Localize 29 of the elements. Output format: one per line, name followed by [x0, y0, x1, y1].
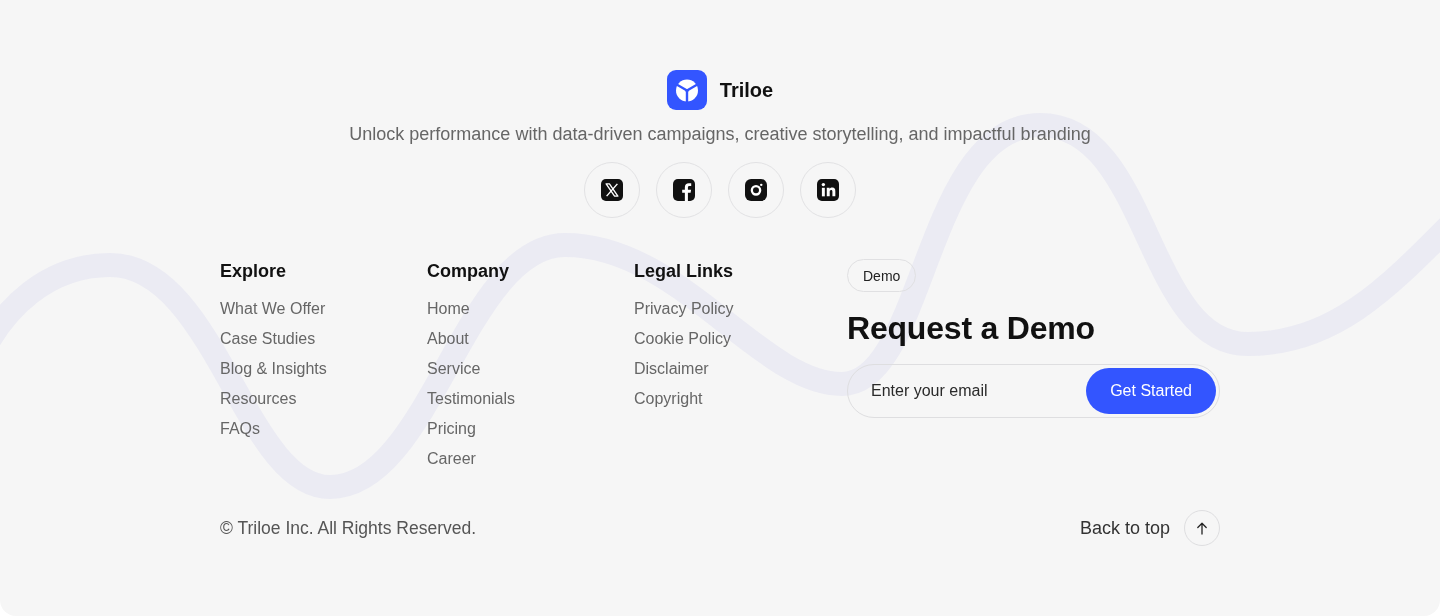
footer-link[interactable]: Disclaimer	[634, 358, 709, 380]
facebook-logo-icon	[673, 179, 695, 201]
footer-link[interactable]: Blog & Insights	[220, 358, 327, 380]
footer-link[interactable]: Service	[427, 358, 481, 380]
footer-link[interactable]: Privacy Policy	[634, 298, 734, 320]
copyright-text: © Triloe Inc. All Rights Reserved.	[220, 517, 477, 539]
footer-link[interactable]: What We Offer	[220, 298, 326, 320]
footer-link[interactable]: Cookie Policy	[634, 328, 731, 350]
column-heading: Explore	[220, 260, 288, 282]
back-to-top-link[interactable]: Back to top	[1079, 510, 1220, 546]
footer-link[interactable]: Resources	[220, 388, 297, 410]
brand-name: Triloe	[719, 78, 774, 102]
demo-heading: Request a Demo	[847, 309, 1095, 348]
footer-link[interactable]: Home	[427, 298, 470, 320]
column-heading: Legal Links	[634, 260, 735, 282]
tagline: Unlock performance with data-driven campaigns, creative storytelling, and impactful branding	[349, 123, 1091, 146]
footer-link[interactable]: Copyright	[634, 388, 703, 410]
footer-link[interactable]: Pricing	[427, 418, 476, 440]
x-logo-icon	[601, 179, 623, 201]
logo-icon	[666, 70, 707, 110]
linkedin-logo-icon	[817, 179, 839, 201]
instagram-logo-icon	[745, 179, 767, 201]
column-heading: Company	[427, 260, 510, 282]
get-started-button[interactable]: Get Started	[1086, 368, 1216, 414]
footer-link[interactable]: About	[427, 328, 469, 350]
footer-link[interactable]: Testimonials	[427, 388, 516, 410]
footer-link[interactable]: FAQs	[220, 418, 260, 440]
footer-link[interactable]: Career	[427, 448, 476, 470]
footer-link[interactable]: Case Studies	[220, 328, 316, 350]
